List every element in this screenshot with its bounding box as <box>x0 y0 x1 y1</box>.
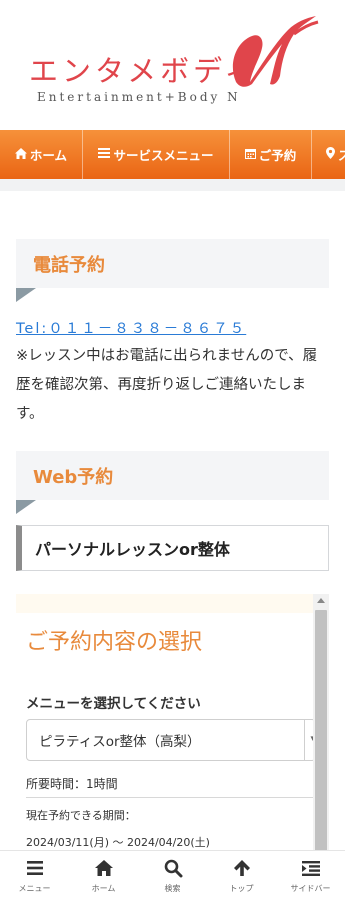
bottom-nav-top-label: トップ <box>229 884 254 893</box>
heading-corner-decoration <box>16 500 36 514</box>
nav-shadow-strip <box>0 179 345 191</box>
bottom-nav-sidebar[interactable]: サイドバー <box>276 851 345 900</box>
booking-iframe[interactable]: ご予約内容の選択 メニューを選択してください ピラティスor整体（高梨） ▾ 所… <box>16 594 329 856</box>
period-label: 現在予約できる期間： <box>26 809 136 822</box>
sidebar-icon <box>301 861 320 876</box>
nav-item-access[interactable]: ス <box>312 130 345 179</box>
menu-select-label: メニューを選択してください <box>26 696 201 712</box>
logo-subtitle: Entertainment+Body N <box>37 90 241 104</box>
bottom-nav-home[interactable]: ホーム <box>69 851 138 900</box>
frame-scrollbar[interactable] <box>313 594 329 856</box>
bottom-nav-sidebar-label: サイドバー <box>290 884 331 893</box>
main-nav: ホーム サービスメニュー ご予約 ス <box>0 130 345 179</box>
nav-item-service-menu[interactable]: サービスメニュー <box>83 130 230 179</box>
search-icon <box>164 859 182 878</box>
bottom-nav-menu[interactable]: メニュー <box>0 851 69 900</box>
divider-line <box>26 797 313 798</box>
phone-notice: ※レッスン中はお電話に出られませんので、履歴を確認次第、再度折り返しご連絡いたし… <box>16 348 318 422</box>
menu-select[interactable]: ピラティスor整体（高梨） ▾ <box>26 719 316 761</box>
phone-link[interactable]: Tel:０１１－８３８－８６７５ <box>16 317 246 338</box>
booking-title: ご予約内容の選択 <box>26 630 203 655</box>
heading-corner-decoration <box>16 288 36 302</box>
page: エンタメボディ Entertainment+Body N ホーム サービスメニュ… <box>0 0 345 900</box>
menu-icon <box>26 861 43 875</box>
nav-item-reservation[interactable]: ご予約 <box>230 130 312 179</box>
select-divider <box>304 720 305 760</box>
list-icon <box>98 148 111 161</box>
web-reservation-heading: Web予約 <box>16 451 329 500</box>
map-pin-icon <box>326 147 335 162</box>
logo-n-mark[interactable] <box>222 12 322 92</box>
nav-label-access: ス <box>338 148 345 163</box>
home-icon <box>94 860 113 876</box>
home-icon <box>14 147 27 162</box>
arrow-up-icon <box>233 860 250 876</box>
nav-label-reservation: ご予約 <box>258 148 297 163</box>
bottom-nav-home-label: ホーム <box>91 884 116 893</box>
bottom-nav-search-label: 検索 <box>164 884 181 893</box>
site-header: エンタメボディ Entertainment+Body N <box>0 0 345 130</box>
scroll-up-arrow-icon[interactable] <box>317 598 325 603</box>
frame-top-band <box>16 594 313 613</box>
personal-lesson-subheading: パーソナルレッスンor整体 <box>16 525 329 571</box>
nav-item-home[interactable]: ホーム <box>0 130 83 179</box>
duration-text: 所要時間：1時間 <box>26 777 118 791</box>
calendar-icon <box>244 148 256 162</box>
bottom-nav-menu-label: メニュー <box>18 884 51 893</box>
bottom-nav-search[interactable]: 検索 <box>138 851 207 900</box>
phone-reservation-heading: 電話予約 <box>16 239 329 288</box>
scrollbar-thumb[interactable] <box>315 610 327 856</box>
nav-label-service-menu: サービスメニュー <box>113 148 214 163</box>
menu-select-value: ピラティスor整体（高梨） <box>39 734 201 750</box>
bottom-nav-bar: メニュー ホーム 検索 トップ サイドバー <box>0 850 345 900</box>
period-range: 2024/03/11(月) ～ 2024/04/20(土) <box>26 836 210 849</box>
bottom-nav-top[interactable]: トップ <box>207 851 276 900</box>
nav-label-home: ホーム <box>29 148 68 163</box>
